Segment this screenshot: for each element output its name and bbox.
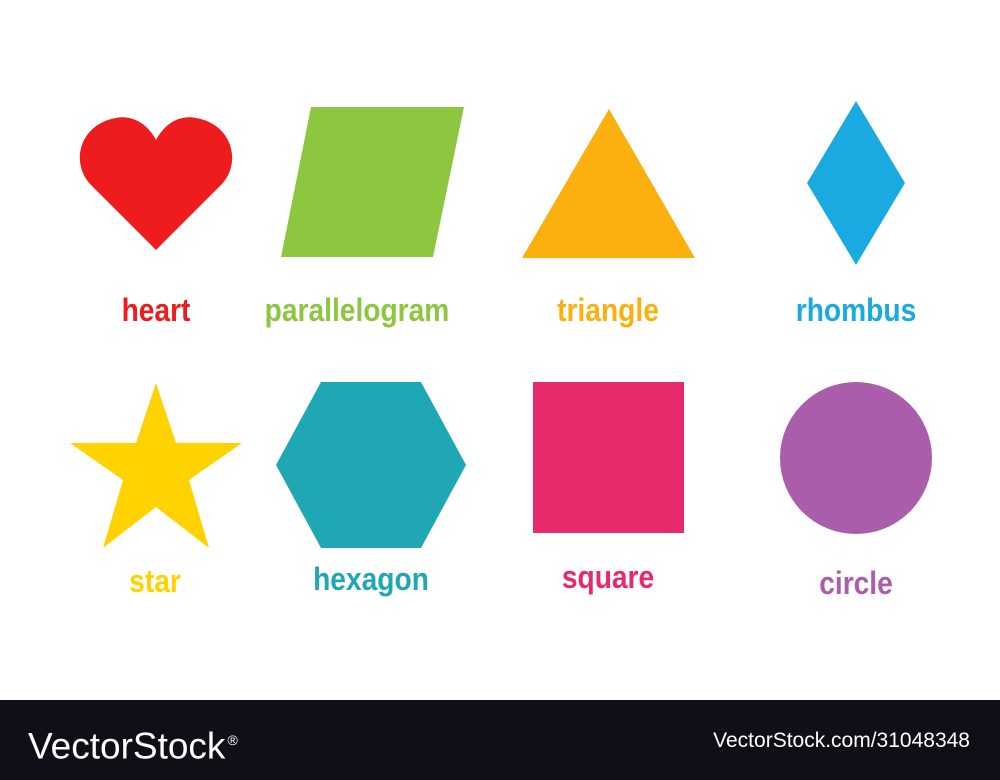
square-shape [533, 382, 684, 533]
hexagon-icon [276, 382, 466, 548]
star-icon [70, 383, 242, 548]
circle-label: circle [819, 565, 893, 601]
rhombus-icon [807, 101, 905, 265]
star-shape [70, 383, 242, 548]
heart-label: heart [121, 292, 191, 328]
square-icon [533, 382, 684, 533]
parallelogram-icon [281, 107, 464, 257]
heart-icon [79, 117, 233, 250]
parallelogram-shape [281, 107, 464, 257]
watermark-footer: VectorStock ® VectorStock.com/31048348 [0, 700, 1000, 780]
triangle-icon [522, 109, 695, 258]
triangle-label: triangle [557, 292, 659, 328]
star-label: star [129, 563, 181, 599]
hexagon-shape [276, 382, 466, 548]
rhombus-label: rhombus [795, 292, 917, 328]
square-label: square [561, 559, 655, 595]
brand-logo: VectorStock ® [28, 718, 238, 768]
registered-mark: ® [227, 732, 238, 748]
parallelogram-label: parallelogram [264, 292, 450, 328]
triangle-shape [522, 109, 695, 258]
heart-shape [79, 117, 233, 250]
image-id: VectorStock.com/31048348 [713, 729, 970, 752]
rhombus-shape [807, 101, 905, 265]
circle-shape [780, 382, 932, 534]
shapes-canvas: heart parallelogram triangle rhombus sta… [0, 0, 1000, 700]
circle-icon [780, 382, 932, 534]
brand-name: VectorStock [28, 725, 226, 767]
hexagon-label: hexagon [313, 561, 429, 597]
